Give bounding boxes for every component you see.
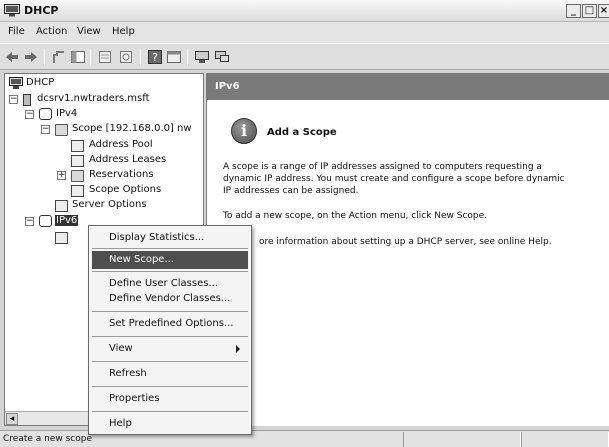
status-segment [521,432,609,447]
toolbar-separator [187,49,188,66]
menu-separator [92,361,248,362]
toolbar-separator [44,49,45,66]
svg-text:?: ? [152,51,158,64]
help-text: ore information about setting up a DHCP … [259,237,552,247]
description-line: dynamic IP address. You must create and … [223,174,565,184]
toolbar: ? [0,43,609,70]
properties-icon[interactable] [97,49,113,65]
expand-icon[interactable]: + [57,171,66,180]
close-button[interactable]: × [598,4,609,18]
console-icon[interactable] [166,49,182,65]
menu-item-help[interactable]: Help [92,415,248,433]
menu-separator [92,386,248,387]
forward-arrow-icon[interactable] [23,49,39,65]
menu-item-define-vendor-classes[interactable]: Define Vendor Classes... [92,290,248,308]
menu-file[interactable]: File [8,26,25,37]
menu-help[interactable]: Help [112,26,135,37]
server-icon [23,94,31,106]
details-pane: IPv6 i Add a Scope A scope is a range of… [206,73,609,426]
maximize-button[interactable]: □ [582,4,597,18]
tree-label: Address Pool [89,139,153,150]
address-leases-icon [71,155,84,167]
computer-icon[interactable] [194,49,210,65]
back-arrow-icon[interactable] [4,49,20,65]
tree-label: Server Options [72,199,147,210]
title-bar: DHCP _ □ × [0,0,609,22]
ipv4-icon [39,108,52,120]
reservations-icon [71,170,84,182]
dhcp-app-icon [4,4,20,17]
tree-label: Scope Options [89,184,162,195]
collapse-icon[interactable]: − [25,217,34,226]
menu-action[interactable]: Action [36,26,67,37]
ipv6-icon [39,215,52,227]
add-scope-heading: Add a Scope [267,127,337,138]
status-segment [403,432,521,447]
toolbar-separator [140,49,141,66]
info-icon: i [231,118,257,144]
menu-separator [92,311,248,312]
show-hide-tree-icon[interactable] [70,49,86,65]
server-options-icon [55,232,68,244]
scope-options-icon [71,185,84,197]
menu-separator [92,248,248,249]
menu-separator [92,271,248,272]
collapse-icon[interactable]: − [41,125,50,134]
description-line: A scope is a range of IP addresses assig… [223,162,542,172]
menu-view[interactable]: View [77,26,101,37]
scope-folder-icon [55,124,68,136]
menu-item-properties[interactable]: Properties [92,390,248,408]
tree-label: dcsrv1.nwtraders.msft [37,93,150,104]
details-header-title: IPv6 [215,81,240,92]
menu-item-new-scope[interactable]: New Scope... [92,251,248,269]
details-header: IPv6 [207,74,609,100]
instruction-text: To add a new scope, on the Action menu, … [223,211,488,221]
address-pool-icon [71,140,84,152]
menu-item-display-statistics[interactable]: Display Statistics... [92,229,248,247]
collapse-icon[interactable]: − [25,110,34,119]
tree-label: Address Leases [89,154,167,165]
collapse-icon[interactable]: − [9,95,18,104]
tree-label: IPv6 [55,215,79,226]
submenu-arrow-icon [236,345,240,353]
menu-item-view[interactable]: View [92,340,248,358]
minimize-button[interactable]: _ [566,4,581,18]
server-options-icon [55,200,68,212]
tree-label: IPv4 [56,108,78,119]
dhcp-icon [9,77,23,89]
menu-separator [92,336,248,337]
tree-label: Scope [192.168.0.0] nw [72,123,192,134]
up-folder-icon[interactable] [51,49,67,65]
context-menu: Display Statistics... New Scope... Defin… [88,225,252,435]
help-icon[interactable]: ? [147,49,163,65]
menu-item-refresh[interactable]: Refresh [92,365,248,383]
description-line: IP addresses can be assigned. [223,186,359,196]
menu-bar: File Action View Help [0,22,609,43]
network-icon[interactable] [214,49,230,65]
scroll-left-arrow-icon[interactable]: ◂ [6,413,18,425]
menu-separator [92,411,248,412]
window-title: DHCP [24,4,59,17]
toolbar-separator [90,49,91,66]
tree-label: DHCP [26,77,55,88]
status-text: Create a new scope [3,434,92,444]
refresh-icon[interactable] [118,49,134,65]
tree-label: Reservations [89,169,154,180]
menu-item-set-predefined-options[interactable]: Set Predefined Options... [92,315,248,333]
